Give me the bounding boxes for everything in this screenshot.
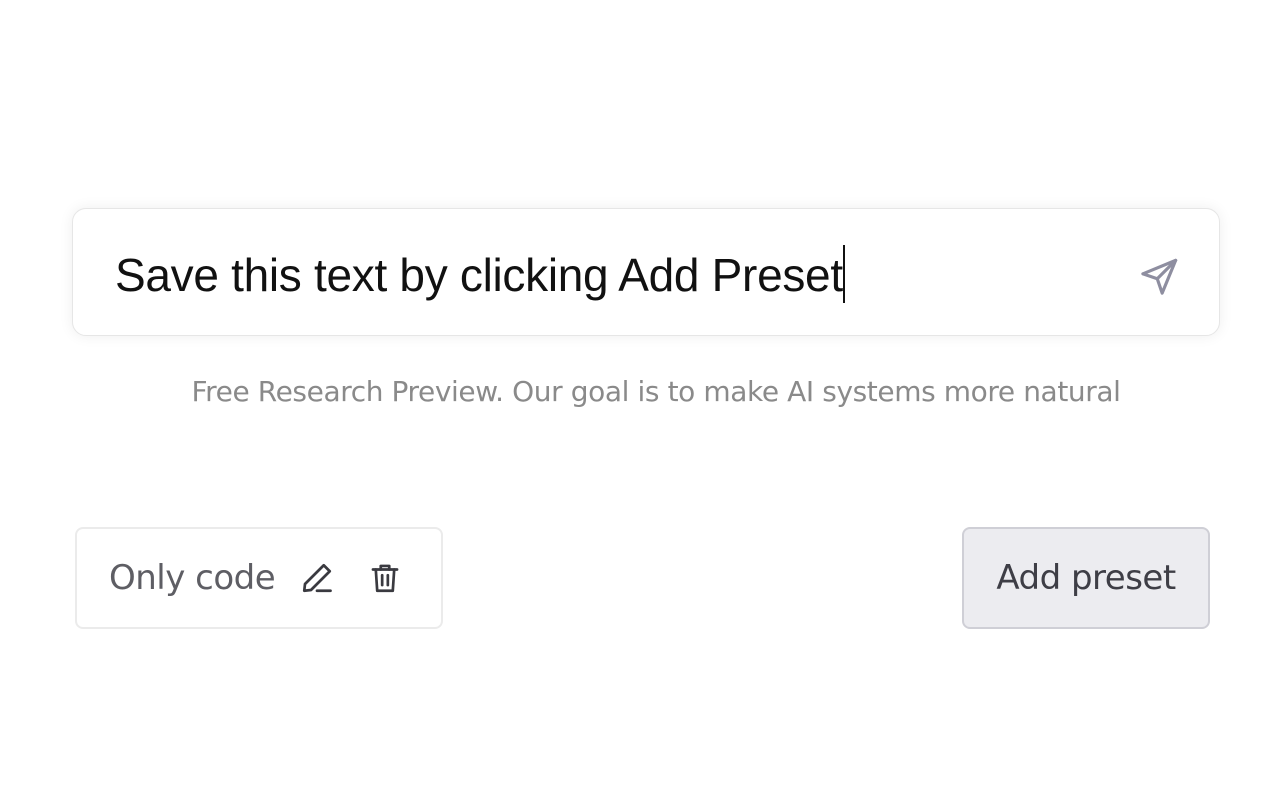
send-button[interactable]	[1135, 253, 1183, 301]
page: Save this text by clicking Add Preset Fr…	[0, 0, 1280, 800]
send-icon	[1141, 258, 1178, 295]
prompt-input-value: Save this text by clicking Add Preset	[115, 249, 843, 301]
disclaimer-text: Free Research Preview. Our goal is to ma…	[191, 375, 1121, 408]
prompt-input-box[interactable]: Save this text by clicking Add Preset	[72, 208, 1220, 336]
prompt-input[interactable]: Save this text by clicking Add Preset	[115, 245, 845, 305]
pencil-icon	[303, 563, 333, 593]
trash-icon	[371, 564, 399, 593]
delete-preset-button[interactable]	[363, 556, 407, 600]
preset-label[interactable]: Only code	[109, 558, 276, 598]
edit-preset-button[interactable]	[295, 556, 339, 600]
text-caret	[842, 245, 845, 303]
add-preset-button[interactable]: Add preset	[962, 527, 1210, 629]
preset-chip[interactable]: Only code	[75, 527, 443, 629]
